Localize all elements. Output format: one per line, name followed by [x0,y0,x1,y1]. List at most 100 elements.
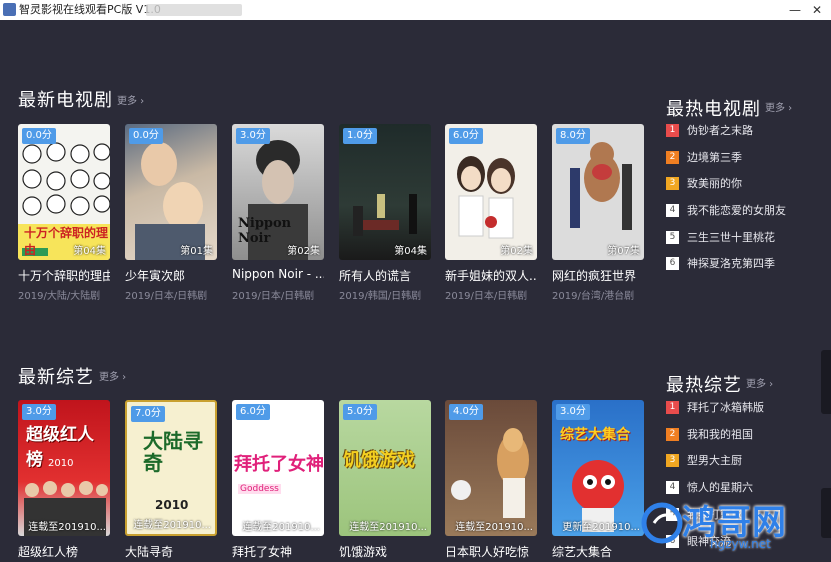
hot-variety-title: 最热综艺 [666,375,742,396]
episode-label: 更新至201910... [562,522,640,533]
episode-label: 连载至201910... [133,520,211,531]
card-title[interactable]: Nippon Noir - ... [232,267,324,281]
card-meta: 2019/台湾/港台剧 [552,291,635,302]
poster-year: 2010 [48,458,74,469]
rank-title[interactable]: 边境第三季 [687,151,742,164]
episode-label: 第02集 [287,246,320,257]
variety-card[interactable]: 综艺大集合 3.0分 更新至201910... 综艺大集合 [552,400,644,559]
rank-title[interactable]: 伪钞者之末路 [687,124,753,137]
variety-card[interactable]: 拜托了女神 Goddess 6.0分 连载至201910... 拜托了女神 [232,400,324,559]
poster-art [135,142,205,260]
score-badge: 7.0分 [131,406,165,422]
card-meta: 2019/大陆/大陆剧 [18,291,101,302]
score-badge: 4.0分 [449,404,483,420]
latest-variety-more-link[interactable]: 更多 › [99,368,126,383]
rank-number: 1 [666,124,679,137]
poster-image[interactable]: 0.0分 第01集 [125,124,217,260]
poster-year: 2010 [155,498,189,512]
tv-card[interactable]: 6.0分 第02集 新手姐妹的双人... 2019/日本/日韩剧 [445,124,537,302]
card-meta: 2019/日本/日韩剧 [232,291,315,302]
card-meta: 2019/韩国/日韩剧 [339,291,422,302]
rank-number: 2 [666,151,679,164]
episode-label: 第04集 [394,246,427,257]
tv-card[interactable]: 0.0分 第01集 少年寅次郎 2019/日本/日韩剧 [125,124,217,302]
rank-number: 3 [666,177,679,190]
rank-number: 1 [666,401,679,414]
score-badge: 6.0分 [236,404,270,420]
poster-art [570,142,632,230]
card-title[interactable]: 少年寅次郎 [125,267,217,284]
poster-art [457,156,515,239]
rank-title[interactable]: 我和我的祖国 [687,428,753,441]
variety-card[interactable]: 4.0分 连载至201910... 日本职人好吃惊 [445,400,537,559]
episode-label: 第04集 [73,246,106,257]
tv-card[interactable]: 1.0分 第04集 所有人的谎言 2019/韩国/日韩剧 [339,124,431,302]
rank-title[interactable]: 型男大主厨 [687,454,742,467]
poster-subtext: Goddess [238,484,281,494]
poster-text: 饥饿游戏 [343,450,415,471]
episode-label: 第02集 [500,246,533,257]
poster-image[interactable]: 6.0分 第02集 [445,124,537,260]
poster-text: 综艺大集合 [560,427,630,443]
hot-tv-more-link[interactable]: 更多 › [765,99,792,114]
card-title[interactable]: 日本职人好吃惊 [445,543,537,560]
minimize-button[interactable]: — [784,1,806,19]
poster-image[interactable]: 综艺大集合 3.0分 更新至201910... [552,400,644,536]
rank-title[interactable]: 神探夏洛克第四季 [687,257,775,270]
watermark: 鸿哥网 hgzyw.net [640,495,830,557]
rank-title[interactable]: 我不能恋爱的女朋友 [687,204,786,217]
poster-image[interactable]: 拜托了女神 Goddess 6.0分 连载至201910... [232,400,324,536]
rank-number: 6 [666,257,679,270]
episode-label: 连载至201910... [242,522,320,533]
rank-title[interactable]: 致美丽的你 [687,177,742,190]
rank-number: 5 [666,231,679,244]
poster-image[interactable]: 十万个辞职的理由 0.0分 第04集 [18,124,110,260]
latest-variety-title: 最新综艺 [18,367,94,388]
poster-image[interactable]: Nippon Noir 3.0分 第02集 [232,124,324,260]
card-title[interactable]: 新手姐妹的双人... [445,267,537,284]
tv-card[interactable]: 十万个辞职的理由 0.0分 第04集 十万个辞职的理由 2019/大陆/大陆剧 [18,124,110,302]
tv-card[interactable]: Nippon Noir 3.0分 第02集 Nippon Noir - ... … [232,124,324,302]
card-title[interactable]: 饥饿游戏 [339,543,431,560]
rank-title[interactable]: 拜托了冰箱韩版 [687,401,764,414]
blurred-region [146,4,242,16]
score-badge: 3.0分 [22,404,56,420]
window-titlebar: 智灵影视在线观看PC版 V1.0 — ✕ [0,0,831,20]
card-title[interactable]: 超级红人榜 [18,543,110,560]
watermark-logo-icon [641,502,683,544]
episode-label: 连载至201910... [28,522,106,533]
variety-card[interactable]: 超级红人榜 2010 3.0分 连载至201910... 超级红人榜 [18,400,110,559]
poster-image[interactable]: 4.0分 连载至201910... [445,400,537,536]
card-meta: 2019/日本/日韩剧 [125,291,208,302]
card-meta: 2019/日本/日韩剧 [445,291,528,302]
tv-card[interactable]: 8.0分 第07集 网红的疯狂世界 2019/台湾/港台剧 [552,124,644,302]
poster-image[interactable]: 饥饿游戏 5.0分 连载至201910... [339,400,431,536]
card-title[interactable]: 网红的疯狂世界 [552,267,644,284]
poster-image[interactable]: 1.0分 第04集 [339,124,431,260]
card-title[interactable]: 十万个辞职的理由 [18,267,110,284]
close-button[interactable]: ✕ [806,1,828,19]
score-badge: 3.0分 [236,128,270,144]
rank-number: 3 [666,454,679,467]
app-logo-icon [3,3,16,16]
scroll-handle[interactable] [821,350,831,414]
rank-number: 4 [666,204,679,217]
rank-title[interactable]: 惊人的星期六 [687,481,753,494]
window-title: 智灵影视在线观看PC版 V1.0 [19,3,161,16]
poster-text: 大陆寻奇 [143,429,203,475]
card-title[interactable]: 拜托了女神 [232,543,324,560]
card-title[interactable]: 大陆寻奇 [125,543,217,560]
variety-card[interactable]: 饥饿游戏 5.0分 连载至201910... 饥饿游戏 [339,400,431,559]
latest-tv-more-link[interactable]: 更多 › [117,92,144,107]
card-title[interactable]: 综艺大集合 [552,543,644,560]
poster-image[interactable]: 8.0分 第07集 [552,124,644,260]
latest-tv-title: 最新电视剧 [18,90,113,111]
hot-variety-more-link[interactable]: 更多 › [746,375,773,390]
score-badge: 5.0分 [343,404,377,420]
variety-card[interactable]: 大陆寻奇 2010 7.0分 连载至201910... 大陆寻奇 [125,400,217,559]
rank-title[interactable]: 三生三世十里桃花 [687,231,775,244]
episode-label: 第07集 [607,246,640,257]
card-title[interactable]: 所有人的谎言 [339,267,431,284]
poster-image[interactable]: 大陆寻奇 2010 7.0分 连载至201910... [125,400,217,536]
poster-image[interactable]: 超级红人榜 2010 3.0分 连载至201910... [18,400,110,536]
